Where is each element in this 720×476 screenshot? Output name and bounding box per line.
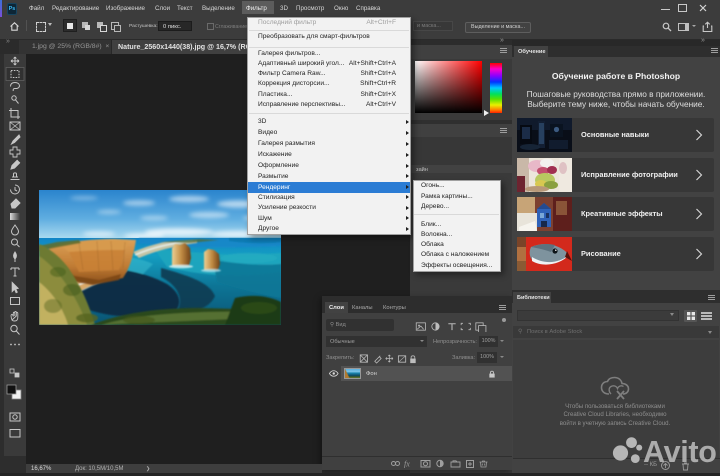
svg-text:fx: fx xyxy=(404,460,410,469)
